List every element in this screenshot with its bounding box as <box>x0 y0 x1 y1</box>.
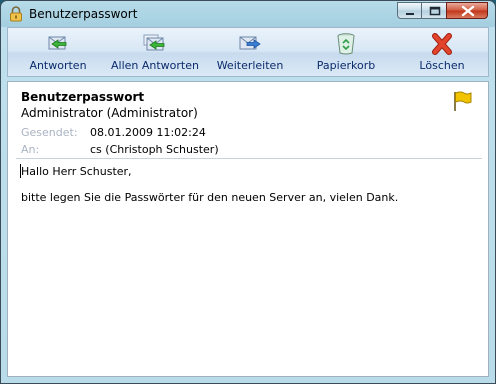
to-value: cs (Christoph Schuster) <box>90 143 219 156</box>
delete-label: Löschen <box>419 59 465 72</box>
message-body[interactable]: bitte legen Sie die Passwörter für den n… <box>21 191 398 204</box>
message-greeting[interactable]: Hallo Herr Schuster, <box>21 165 132 178</box>
trash-button[interactable]: Papierkorb <box>296 30 396 74</box>
sent-value: 08.01.2009 11:02:24 <box>90 126 206 139</box>
close-icon <box>461 5 475 17</box>
minimize-icon <box>406 13 414 15</box>
delete-icon <box>429 32 455 56</box>
reply-button[interactable]: Antworten <box>8 30 108 74</box>
flag-icon[interactable] <box>452 90 472 112</box>
forward-icon <box>237 32 263 56</box>
reply-all-button[interactable]: Allen Antworten <box>105 30 205 74</box>
reply-icon <box>45 32 71 56</box>
maximize-button[interactable] <box>421 2 447 19</box>
lock-icon <box>9 6 23 22</box>
reply-label: Antworten <box>29 59 87 72</box>
forward-label: Weiterleiten <box>216 59 284 72</box>
message-window: Benutzerpasswort Antworten Allen Antwort… <box>0 0 496 384</box>
trash-label: Papierkorb <box>316 59 376 72</box>
header-divider <box>16 158 482 159</box>
to-label: An: <box>21 143 40 156</box>
forward-button[interactable]: Weiterleiten <box>200 30 300 74</box>
message-pane: Benutzerpasswort Administrator (Administ… <box>7 81 489 377</box>
recycle-bin-icon <box>333 32 359 56</box>
close-button[interactable] <box>446 2 488 19</box>
minimize-button[interactable] <box>397 2 422 19</box>
maximize-icon <box>429 6 441 16</box>
message-subject: Benutzerpasswort <box>21 90 145 104</box>
sent-label: Gesendet: <box>21 126 78 139</box>
message-sender: Administrator (Administrator) <box>21 106 198 120</box>
window-title: Benutzerpasswort <box>29 7 138 21</box>
delete-button[interactable]: Löschen <box>392 30 492 74</box>
reply-all-label: Allen Antworten <box>111 59 199 72</box>
title-bar[interactable]: Benutzerpasswort <box>1 1 495 27</box>
reply-all-icon <box>142 32 168 56</box>
toolbar: Antworten Allen Antworten Weiterleiten P… <box>7 27 489 77</box>
